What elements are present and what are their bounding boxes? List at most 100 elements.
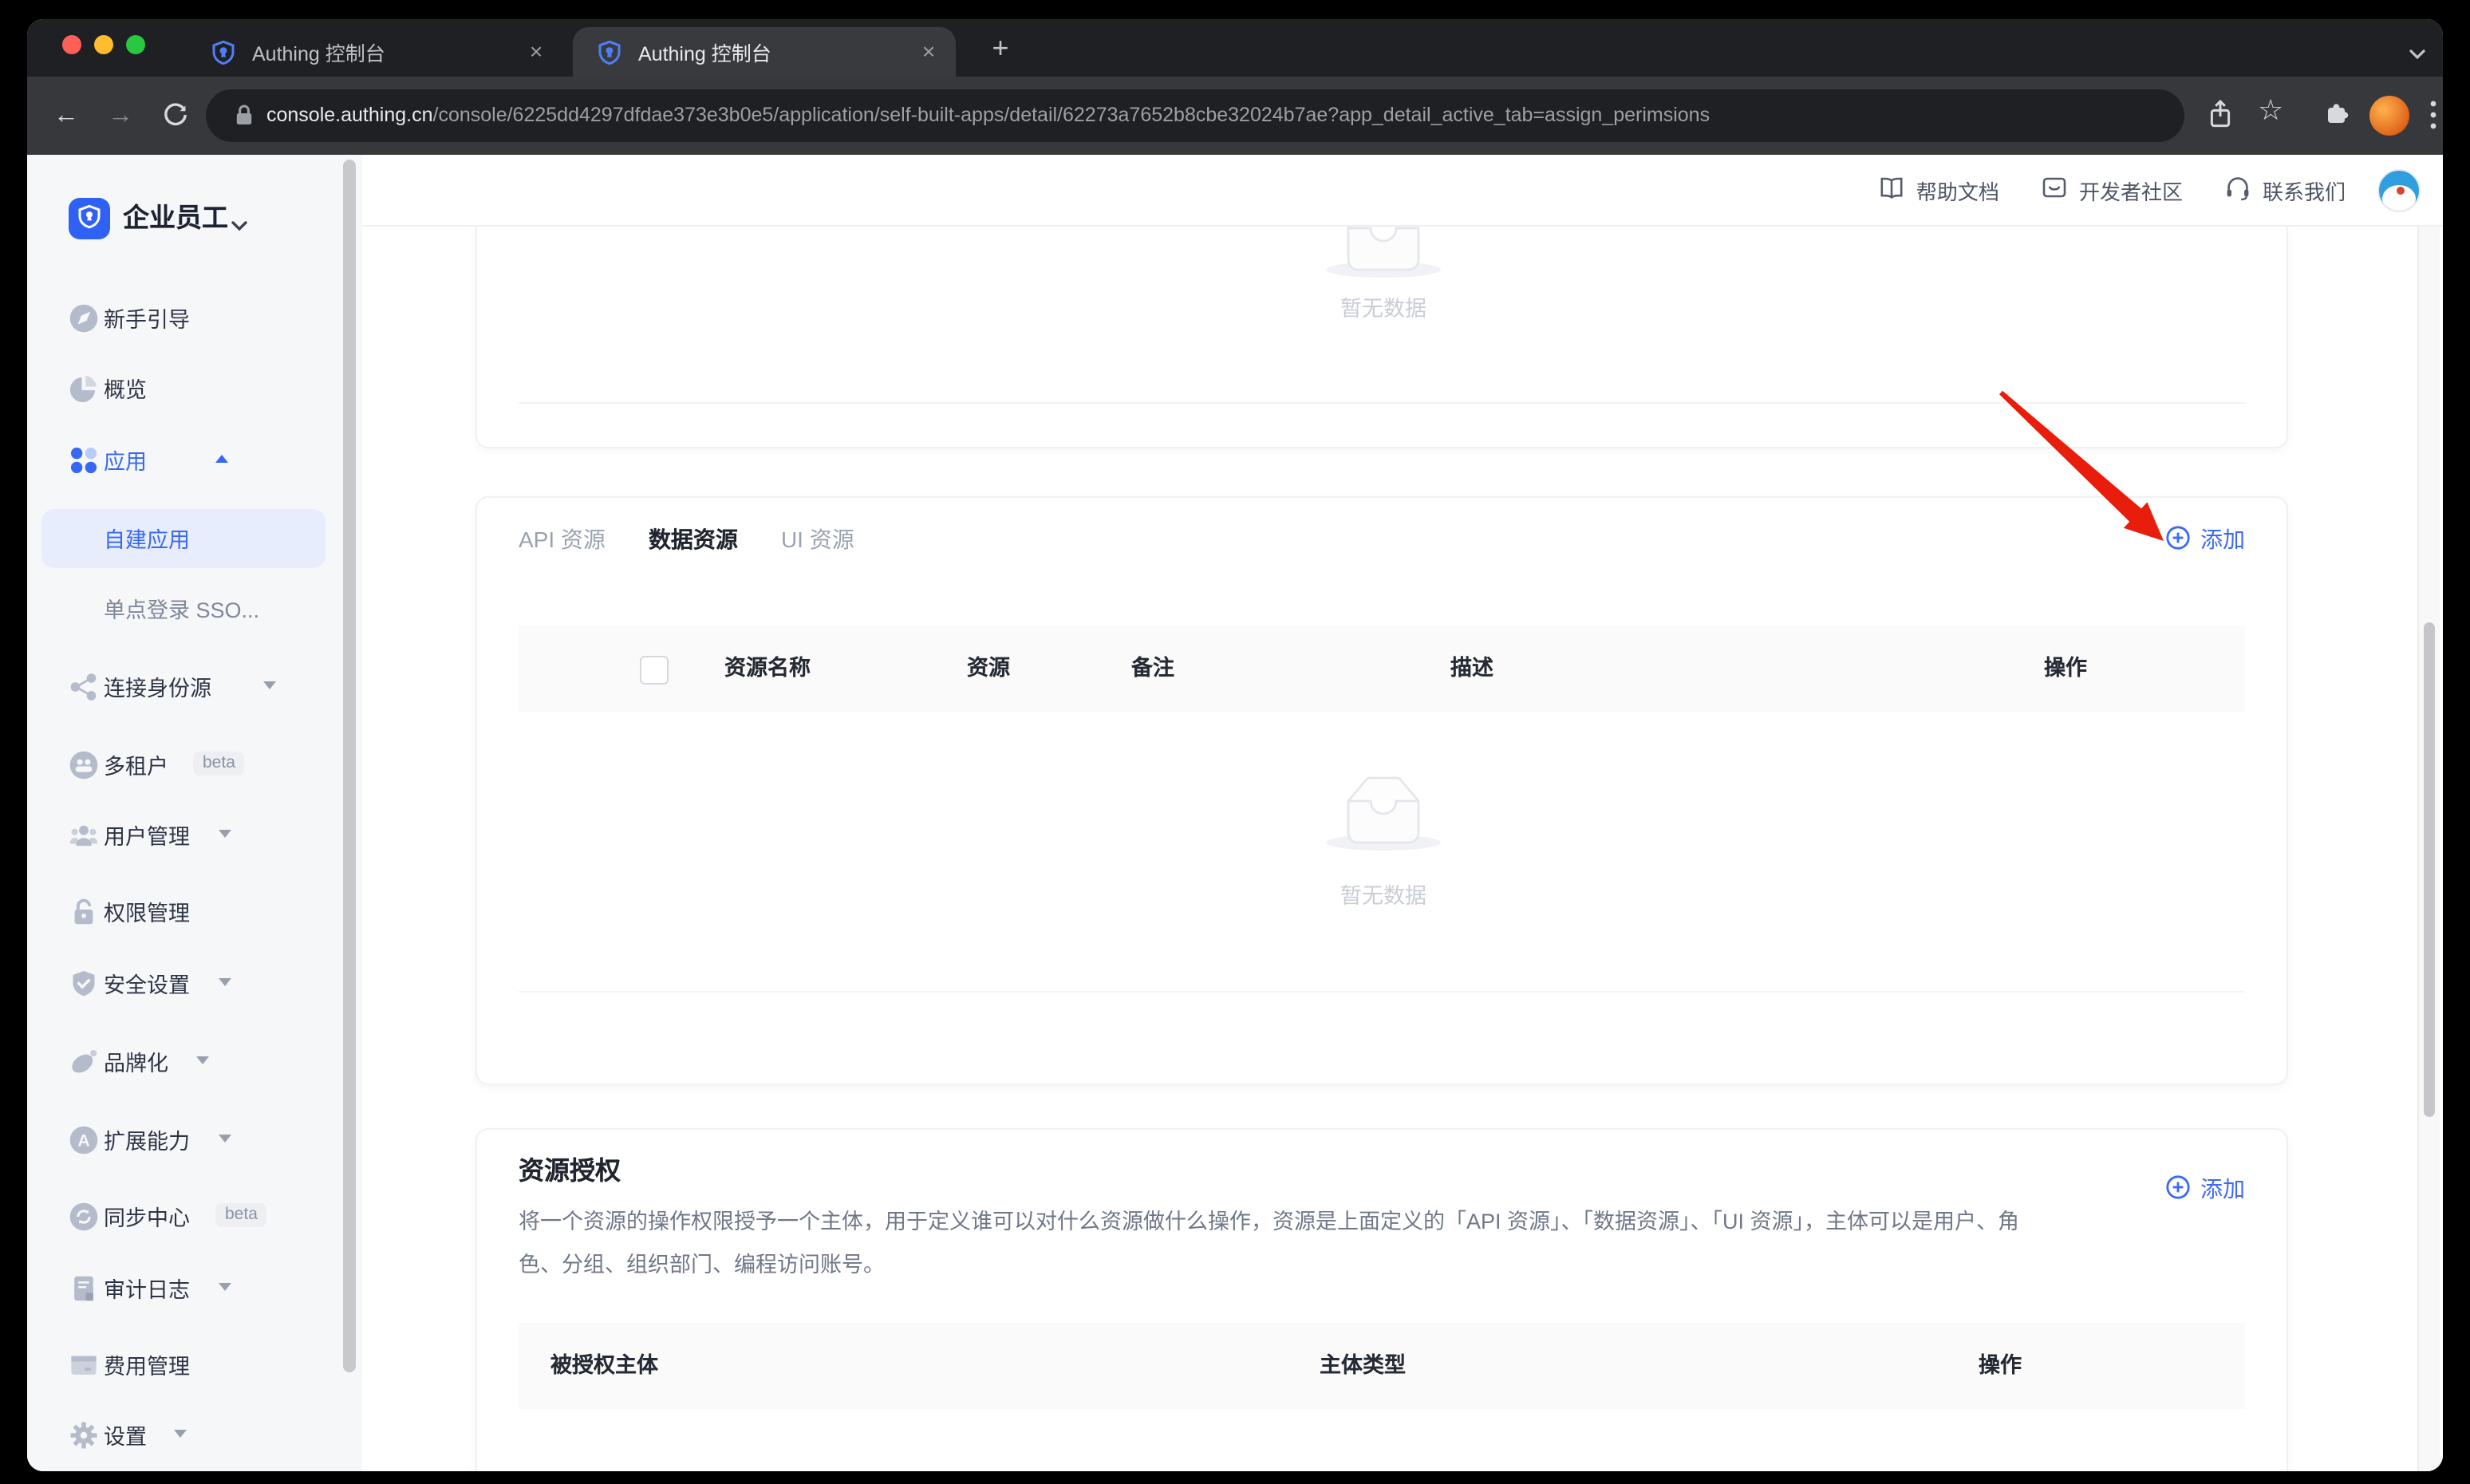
sidebar-item-self-built-apps[interactable]: 自建应用: [27, 509, 362, 566]
reload-button[interactable]: [155, 96, 195, 136]
sidebar-item-label: 连接身份源: [104, 670, 211, 702]
sidebar-item-identity-sources[interactable]: 连接身份源: [27, 657, 362, 715]
sidebar-item-sync-center[interactable]: 同步中心 beta: [27, 1187, 362, 1245]
lock-icon: [231, 102, 257, 137]
add-button-label: 添加: [2200, 523, 2245, 555]
help-docs-link[interactable]: 帮助文档: [1878, 175, 1999, 205]
workspace-chevron-down-icon[interactable]: [230, 212, 249, 241]
empty-state-text: 暂无数据: [1272, 290, 1495, 322]
share-nodes-icon: [69, 671, 99, 701]
credit-card-icon: [69, 1349, 99, 1379]
card-footer-divider: [519, 402, 2245, 404]
sidebar-item-label: 扩展能力: [104, 1123, 190, 1155]
new-tab-button[interactable]: +: [981, 29, 1020, 67]
tab-search-chevron-icon[interactable]: [2408, 40, 2427, 69]
sidebar-item-label: 安全设置: [104, 967, 190, 999]
resources-card: API 资源 数据资源 UI 资源 添加 资源名称 资源 备注: [475, 496, 2288, 1085]
sidebar-scrollbar-thumb[interactable]: [343, 160, 356, 1372]
contact-us-link[interactable]: 联系我们: [2224, 174, 2346, 206]
screenshot-stage: Authing 控制台 × Authing 控制台 × + ← →: [0, 0, 2470, 1484]
authing-favicon-icon: [597, 39, 622, 65]
url-bar[interactable]: console.authing.cn/console/6225dd4297dfd…: [206, 89, 2184, 142]
page-scrollbar-track[interactable]: [2417, 227, 2440, 1471]
tab-api-resources[interactable]: API 资源: [519, 523, 606, 555]
sidebar: 企业员工 新手引导 概览 应用: [27, 155, 362, 1471]
sidebar-item-billing[interactable]: 费用管理: [27, 1336, 362, 1393]
add-button-label: 添加: [2200, 1173, 2245, 1205]
chevron-down-icon: [247, 672, 276, 701]
sidebar-item-branding[interactable]: 品牌化: [27, 1032, 362, 1090]
tab-ui-resources[interactable]: UI 资源: [781, 523, 854, 555]
sidebar-item-applications[interactable]: 应用: [27, 431, 362, 488]
column-header: 资源名称: [724, 626, 811, 712]
add-resource-button[interactable]: 添加: [2165, 520, 2245, 558]
main-scroll-body: 暂无数据 API 资源 数据资源 UI 资源 添加: [362, 227, 2443, 1471]
traffic-minimize-button[interactable]: [94, 35, 113, 54]
add-authorization-button[interactable]: 添加: [2165, 1170, 2245, 1208]
kebab-menu-icon[interactable]: [2430, 97, 2436, 140]
browser-toolbar: ← → console.authing.cn/console/6225dd429…: [27, 77, 2443, 155]
chevron-up-icon: [199, 445, 228, 474]
tab-strip: Authing 控制台 × Authing 控制台 × +: [27, 19, 2443, 77]
book-icon: [1878, 175, 1905, 205]
svg-text:A: A: [77, 1131, 89, 1150]
compass-icon: [69, 302, 99, 333]
sidebar-item-label: 自建应用: [104, 522, 190, 554]
empty-state-text: 暂无数据: [1272, 878, 1495, 910]
tab-close-icon[interactable]: ×: [522, 37, 550, 66]
workspace-name[interactable]: 企业员工: [123, 198, 228, 239]
tab-title: Authing 控制台: [638, 37, 914, 67]
back-button[interactable]: ←: [46, 96, 86, 136]
sidebar-item-security-settings[interactable]: 安全设置: [27, 954, 362, 1012]
card-footer-divider: [519, 991, 2245, 993]
column-header: 备注: [1131, 626, 1174, 712]
pie-chart-icon: [69, 373, 99, 403]
headset-icon: [2224, 174, 2251, 206]
sidebar-item-overview[interactable]: 概览: [27, 359, 362, 416]
page-scrollbar-thumb[interactable]: [2424, 622, 2435, 1117]
column-header: 操作: [1979, 1323, 2022, 1409]
chevron-down-icon: [203, 969, 231, 997]
tab-data-resources[interactable]: 数据资源: [649, 523, 738, 555]
main-area: 帮助文档 开发者社区 联系我们: [362, 155, 2443, 1471]
tab-title: Authing 控制台: [252, 37, 522, 67]
a-circle-icon: A: [69, 1124, 99, 1154]
chevron-down-icon: [158, 1420, 187, 1449]
column-header: 描述: [1450, 626, 1493, 712]
column-header: 操作: [2044, 626, 2087, 712]
browser-tab-2-active[interactable]: Authing 控制台 ×: [573, 27, 956, 77]
traffic-maximize-button[interactable]: [126, 35, 145, 54]
contact-us-label: 联系我们: [2263, 175, 2346, 205]
sidebar-item-label: 同步中心: [104, 1200, 190, 1232]
sidebar-item-permission-management[interactable]: 权限管理: [27, 882, 362, 940]
bookmark-star-icon[interactable]: ☆: [2258, 94, 2283, 128]
chevron-down-icon: [180, 1047, 209, 1076]
extensions-puzzle-icon[interactable]: [2322, 99, 2350, 136]
chevron-down-icon: [203, 1273, 231, 1302]
sidebar-item-settings[interactable]: 设置: [27, 1406, 362, 1463]
sidebar-item-sso[interactable]: 单点登录 SSO...: [27, 579, 362, 637]
tab-close-icon[interactable]: ×: [914, 37, 943, 66]
forward-button[interactable]: →: [101, 96, 140, 136]
sidebar-item-extensions[interactable]: A 扩展能力: [27, 1111, 362, 1168]
workspace-logo-icon[interactable]: [69, 198, 110, 239]
share-icon[interactable]: [2207, 99, 2234, 139]
browser-tab-1[interactable]: Authing 控制台 ×: [187, 27, 563, 77]
sidebar-item-label: 审计日志: [104, 1272, 190, 1304]
sidebar-item-audit-logs[interactable]: 审计日志: [27, 1259, 362, 1316]
developer-community-label: 开发者社区: [2079, 175, 2183, 205]
column-header: 主体类型: [1320, 1323, 1406, 1409]
browser-profile-avatar[interactable]: [2369, 96, 2409, 136]
select-all-checkbox[interactable]: [640, 656, 669, 685]
developer-community-link[interactable]: 开发者社区: [2041, 175, 2183, 205]
section-description: 将一个资源的操作权限授予一个主体，用于定义谁可以对什么资源做什么操作，资源是上面…: [519, 1202, 2038, 1286]
sidebar-item-label: 应用: [104, 444, 147, 476]
sidebar-item-multi-tenant[interactable]: 多租户 beta: [27, 736, 362, 793]
users-icon: [69, 819, 99, 850]
traffic-close-button[interactable]: [62, 35, 81, 54]
table-header-row: 被授权主体 主体类型 操作: [519, 1323, 2245, 1409]
sidebar-item-guide[interactable]: 新手引导: [27, 289, 362, 346]
sidebar-item-label: 品牌化: [104, 1045, 168, 1077]
sidebar-item-user-management[interactable]: 用户管理: [27, 806, 362, 863]
user-avatar[interactable]: [2377, 168, 2421, 211]
